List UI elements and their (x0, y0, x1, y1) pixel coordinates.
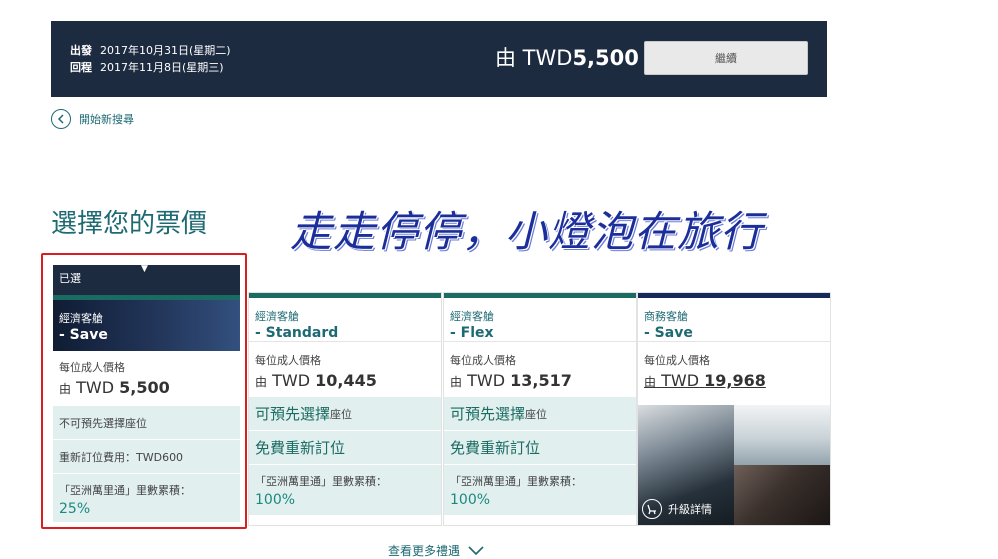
trip-dates: 出發 2017年10月31日(星期二) 回程 2017年11月8日(星期三) (70, 42, 231, 76)
fare-name: - Standard (255, 325, 339, 341)
rebooking-fee: 免費重新訂位 (249, 431, 441, 465)
price-from: 由 (255, 375, 268, 389)
highlight-box (41, 253, 247, 529)
cabin-service-photo (734, 405, 830, 465)
price-value: 19,968 (704, 371, 766, 390)
price-value: 13,517 (510, 371, 572, 390)
fare-class: 商務客艙 - Save (638, 298, 830, 342)
watermark-slogan: 走走停停，小燈泡在旅行 (290, 207, 764, 256)
chevron-left-icon (51, 109, 71, 129)
seat-selection: 可預先選擇 座位 (249, 397, 441, 431)
fare-card-economy-flex[interactable]: 經濟客艙 - Flex 每位成人價格 由 TWD 13,517 可預先選擇 座位 … (443, 292, 637, 526)
cabin-name: 經濟客艙 (450, 310, 494, 323)
fare-card-economy-standard[interactable]: 經濟客艙 - Standard 每位成人價格 由 TWD 10,445 可預先選… (248, 292, 442, 526)
price-value: 10,445 (315, 371, 377, 390)
price-label: 每位成人價格 (450, 354, 516, 367)
fare-class: 經濟客艙 - Standard (249, 298, 441, 342)
passenger-photo (734, 465, 830, 525)
seat-main: 可預先選擇 (255, 405, 331, 423)
seat-sub: 座位 (525, 407, 548, 421)
trip-summary-bar: 出發 2017年10月31日(星期二) 回程 2017年11月8日(星期三) 由 T… (51, 21, 827, 97)
price-amount: 5,500 (572, 46, 639, 70)
price-currency: TWD (467, 371, 506, 390)
business-cabin-photos: 升級詳情 (638, 405, 830, 525)
return-date: 2017年11月8日(星期三) (100, 61, 224, 74)
price-label: 每位成人價格 (644, 354, 710, 367)
cabin-name: 商務客艙 (644, 310, 688, 323)
fare-card-business-save[interactable]: 商務客艙 - Save 每位成人價格 由 TWD 19,968 升級詳情 (637, 292, 831, 526)
more-benefits-link[interactable]: 查看更多禮遇 (388, 542, 484, 559)
price-currency: TWD (661, 371, 700, 390)
miles-label: 「亞洲萬里通」里數累積： (255, 475, 387, 488)
fare-price: 每位成人價格 由 TWD 10,445 (249, 342, 441, 397)
depart-label: 出發 (70, 44, 92, 57)
cabin-name: 經濟客艙 (255, 310, 299, 323)
seat-recline-icon (642, 499, 662, 519)
fare-price: 每位成人價格 由 TWD 13,517 (444, 342, 636, 397)
miles-value: 100% (255, 492, 296, 508)
rebooking-fee: 免費重新訂位 (444, 431, 636, 465)
fare-price: 每位成人價格 由 TWD 19,968 (638, 342, 830, 397)
depart-date: 2017年10月31日(星期二) (100, 44, 231, 57)
miles-accrual: 「亞洲萬里通」里數累積： 100% (249, 465, 441, 515)
new-search-link[interactable]: 開始新搜尋 (51, 107, 134, 131)
section-title: 選擇您的票價 (51, 209, 208, 239)
more-benefits-label: 查看更多禮遇 (388, 544, 461, 558)
fare-name: - Save (644, 325, 693, 341)
miles-label: 「亞洲萬里通」里數累積： (450, 475, 582, 488)
miles-value: 100% (450, 492, 491, 508)
chevron-down-icon (468, 545, 484, 555)
seat-main: 可預先選擇 (450, 405, 526, 423)
price-currency: TWD (272, 371, 311, 390)
seat-selection: 可預先選擇 座位 (444, 397, 636, 431)
total-price: 由 TWD5,500 (495, 42, 639, 72)
price-label: 每位成人價格 (255, 354, 321, 367)
new-search-label: 開始新搜尋 (79, 113, 134, 126)
return-label: 回程 (70, 61, 92, 74)
upgrade-label: 升級詳情 (668, 503, 712, 516)
upgrade-details-link[interactable]: 升級詳情 (642, 499, 712, 519)
price-from: 由 (450, 375, 463, 389)
fare-name: - Flex (450, 325, 494, 341)
price-prefix: 由 TWD (495, 46, 573, 70)
fare-class: 經濟客艙 - Flex (444, 298, 636, 342)
seat-sub: 座位 (330, 407, 353, 421)
price-from: 由 (644, 375, 657, 389)
miles-accrual: 「亞洲萬里通」里數累積： 100% (444, 465, 636, 515)
continue-button[interactable]: 繼續 (644, 41, 808, 75)
